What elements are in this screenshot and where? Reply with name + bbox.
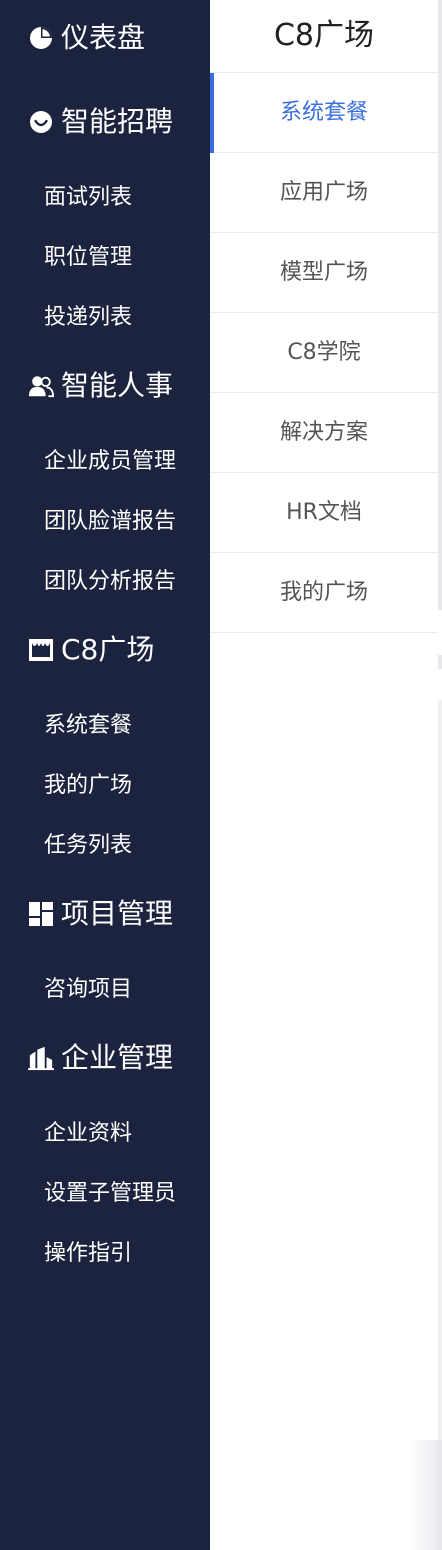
panel-item-system-package[interactable]: 系统套餐 [210,73,438,153]
sidebar-section-project-management[interactable]: 项目管理 [0,894,210,934]
panel-item-label: 应用广场 [279,180,368,205]
panel-title: C8广场 [210,0,438,73]
sidebar-section-recruiting[interactable]: 智能招聘 [0,102,210,142]
panel-item-label: 解决方案 [279,420,368,445]
sidebar-section-label: C8广场 [61,633,155,666]
store-icon [28,638,54,662]
sidebar-item-task-list[interactable]: 任务列表 [0,826,210,866]
panel-item-app-plaza[interactable]: 应用广场 [210,153,438,233]
sidebar-section-label: 智能人事 [61,369,174,402]
sidebar-section-label: 智能招聘 [61,105,174,138]
panel-edge [438,655,442,669]
sidebar-item-system-package[interactable]: 系统套餐 [0,706,210,746]
sidebar-item-job-management[interactable]: 职位管理 [0,238,210,278]
panel-item-my-plaza[interactable]: 我的广场 [210,553,438,633]
panel-item-label: HR文档 [286,500,362,525]
sidebar-section-c8-plaza[interactable]: C8广场 [0,630,210,670]
building-icon [28,1046,54,1071]
panel-item-label: 系统套餐 [279,100,368,125]
active-indicator [210,73,214,153]
sidebar-item-delivery-list[interactable]: 投递列表 [0,298,210,338]
sidebar-section-dashboard[interactable]: 仪表盘 [0,18,210,58]
sidebar-item-enterprise-info[interactable]: 企业资料 [0,1114,210,1154]
sidebar-item-interview-list[interactable]: 面试列表 [0,178,210,218]
panel-item-hr-docs[interactable]: HR文档 [210,473,438,553]
panel-item-model-plaza[interactable]: 模型广场 [210,233,438,313]
sidebar-section-label: 项目管理 [61,897,174,930]
panel-item-c8-academy[interactable]: C8学院 [210,313,438,393]
sidebar-item-team-profile-report[interactable]: 团队脸谱报告 [0,502,210,542]
pie-chart-icon [28,26,54,50]
panel-item-label: C8学院 [287,340,361,365]
panel-edge [438,0,442,610]
panel-item-label: 我的广场 [279,580,368,605]
sidebar-item-sub-admin-settings[interactable]: 设置子管理员 [0,1174,210,1214]
sidebar-item-member-management[interactable]: 企业成员管理 [0,442,210,482]
sidebar: 仪表盘 智能招聘 面试列表 职位管理 投递列表 智能人事 企业成员管理 团队脸谱… [0,0,210,1550]
sidebar-item-my-plaza[interactable]: 我的广场 [0,766,210,806]
submenu-panel: C8广场 系统套餐 应用广场 模型广场 C8学院 解决方案 HR文档 我的广场 [210,0,438,634]
users-icon [28,374,54,398]
sidebar-section-hr[interactable]: 智能人事 [0,366,210,406]
sidebar-item-team-analysis-report[interactable]: 团队分析报告 [0,562,210,602]
content-edge [438,700,442,1550]
panel-item-label: 模型广场 [279,260,368,285]
sidebar-section-enterprise-management[interactable]: 企业管理 [0,1038,210,1078]
panel-item-solutions[interactable]: 解决方案 [210,393,438,473]
grid-icon [28,902,54,926]
sidebar-section-label: 企业管理 [61,1041,174,1074]
smile-icon [28,110,54,134]
sidebar-item-consulting-project[interactable]: 咨询项目 [0,970,210,1010]
scroll-shadow [410,1440,442,1550]
sidebar-item-operation-guide[interactable]: 操作指引 [0,1234,210,1274]
sidebar-section-label: 仪表盘 [61,21,146,54]
